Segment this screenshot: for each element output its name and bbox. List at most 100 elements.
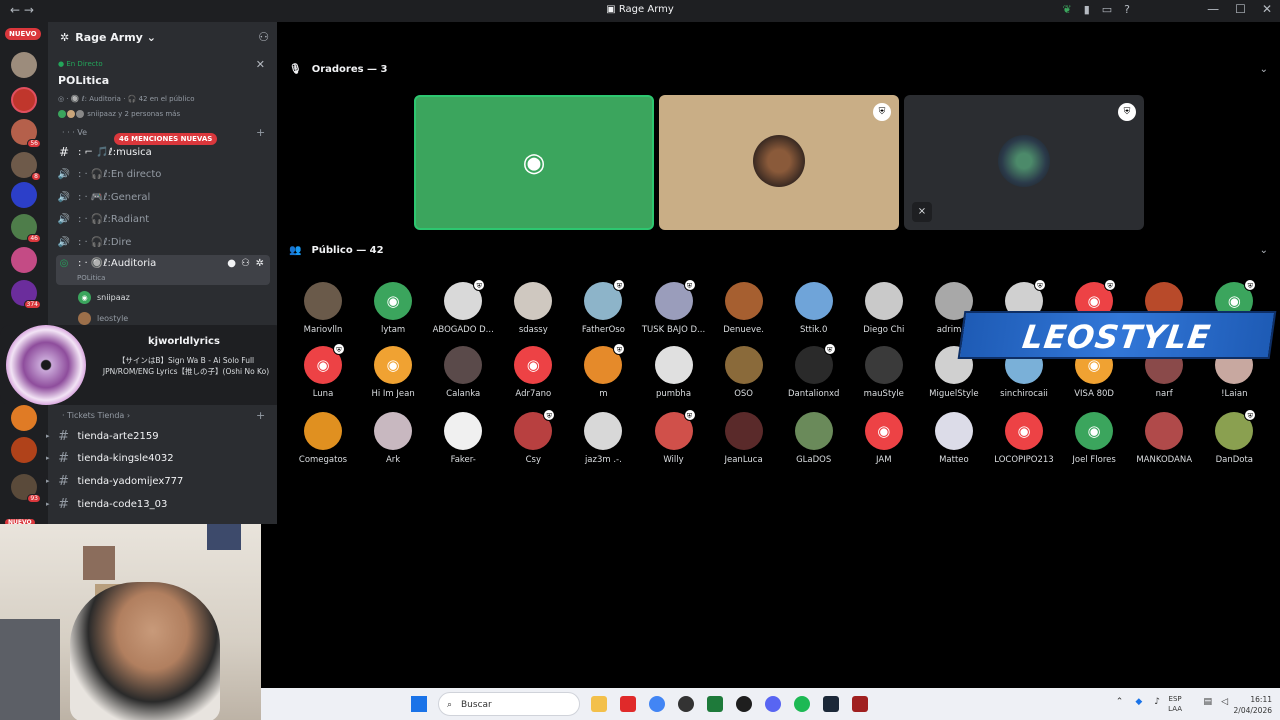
server-icon[interactable]: 374 (11, 280, 41, 309)
channel-tienda[interactable]: ▸ # tienda-code13_03 (46, 494, 260, 514)
speaker-tile[interactable]: ⛨ ⨯ (904, 95, 1144, 230)
invite-icon[interactable]: ⚇ (241, 258, 250, 269)
server-icon[interactable]: 93 (11, 474, 41, 503)
server-icon[interactable] (11, 52, 37, 78)
channel-auditoria[interactable]: ◎ : · 🔘ℓ: Auditoria ● ⚇ ✲ POLitica (56, 255, 270, 285)
audience-member[interactable]: Denueve. (709, 282, 779, 335)
close-icon[interactable]: ✕ (256, 58, 265, 71)
close-button[interactable]: ✕ (1262, 2, 1272, 16)
discord-logo-icon: ◉ (1087, 292, 1101, 310)
channel-tienda[interactable]: ▸ # tienda-arte2159 (46, 426, 260, 446)
audience-member[interactable]: ⛨ Willy (639, 409, 709, 465)
audience-member[interactable]: Sttik.0 (779, 282, 849, 335)
audience-member[interactable]: MANKODANA (1129, 412, 1199, 465)
server-icon[interactable] (11, 182, 37, 208)
audience-member[interactable]: ⛨ Csy (498, 409, 568, 465)
audience-member[interactable]: ◉ Hi Im Jean (358, 346, 428, 399)
help-icon[interactable]: ? (1124, 3, 1130, 16)
add-channel-icon[interactable]: + (256, 126, 265, 139)
channel-tienda[interactable]: ▸ # tienda-kingsle4032 (46, 448, 260, 468)
chevron-down-icon[interactable]: ⌄ (1260, 245, 1268, 256)
audience-member[interactable]: ⛨ DanDota (1199, 409, 1269, 465)
minimize-button[interactable]: — (1207, 2, 1219, 16)
server-icon[interactable] (11, 247, 37, 273)
channel-dire[interactable]: 🔊 : · 🎧ℓ: Dire (56, 232, 270, 252)
clock[interactable]: 16:11 2/04/2026 (1234, 694, 1272, 716)
server-icon[interactable]: 8 (11, 152, 41, 181)
stage-member[interactable]: leostyle (78, 312, 128, 325)
audience-member[interactable]: Calanka (428, 346, 498, 399)
language-indicator[interactable]: ESP LAA (1168, 694, 1182, 714)
inbox-icon[interactable]: ▭ (1102, 3, 1112, 16)
audience-member[interactable]: Matteo (919, 412, 989, 465)
stage-member[interactable]: ◉ sniipaaz (78, 291, 130, 304)
channel-musica[interactable]: # : ⌐ 🎵ℓ: musica (56, 142, 270, 162)
audience-member[interactable]: Mariovlln (288, 282, 358, 335)
add-member-icon[interactable]: ⚇ (258, 30, 269, 44)
audience-member[interactable]: ⛨ ABOGADO D... (428, 279, 498, 335)
audience-member[interactable]: ◉ ⛨ Luna (288, 343, 358, 399)
audience-header[interactable]: 👥 Público — 42 (289, 245, 384, 256)
audience-member[interactable]: GLaDOS (779, 412, 849, 465)
audience-member[interactable]: Ark (358, 412, 428, 465)
channel-radiant[interactable]: 🔊 : · 🎧ℓ: Radiant (56, 209, 270, 229)
audience-member[interactable]: ◉ JAM (849, 412, 919, 465)
youtube-icon[interactable] (620, 696, 636, 712)
microphone-icon[interactable]: ♪ (1154, 697, 1160, 707)
channel-en-directo[interactable]: 🔊 : · 🎧ℓ: En directo (56, 164, 270, 184)
audience-member[interactable]: OSO (709, 346, 779, 399)
network-icon[interactable]: ▤ (1203, 697, 1212, 707)
dota-icon[interactable] (852, 696, 868, 712)
server-icon[interactable] (11, 405, 37, 431)
audience-member[interactable]: ◉ LOCOPIPO213 (989, 412, 1059, 465)
chevron-down-icon[interactable]: ⌄ (1260, 64, 1268, 75)
maximize-button[interactable]: ☐ (1235, 2, 1246, 16)
audience-member[interactable]: mauStyle (849, 346, 919, 399)
audience-member[interactable]: Diego Chi (849, 282, 919, 335)
audience-member[interactable]: ⛨ Dantalionxd (779, 343, 849, 399)
file-explorer-icon[interactable] (591, 696, 607, 712)
channel-general[interactable]: 🔊 : · 🎮ℓ: General (56, 187, 270, 207)
app-icon[interactable] (678, 696, 694, 712)
chevron-up-icon[interactable]: ⌃ (1116, 697, 1124, 707)
channel-tienda[interactable]: ▸ # tienda-yadomijex777 (46, 471, 260, 491)
chrome-icon[interactable] (649, 696, 665, 712)
audience-member[interactable]: Faker- (428, 412, 498, 465)
speaker-tile[interactable]: ◉ (414, 95, 654, 230)
audience-member[interactable]: JeanLuca (709, 412, 779, 465)
audience-member[interactable]: jaz3m .-. (568, 412, 638, 465)
speaker-tile[interactable]: ⛨ (659, 95, 899, 230)
live-stage-panel[interactable]: ● En Directo ✕ POLitica ◎ · 🔘 ℓ: Auditor… (48, 52, 277, 126)
server-header[interactable]: ✲ Rage Army ⌄ ⚇ (48, 22, 277, 52)
category-tickets[interactable]: · Tickets Tienda › (62, 411, 130, 420)
taskbar-search[interactable]: ⌕ Buscar (438, 692, 580, 716)
server-icon[interactable] (11, 437, 37, 463)
audience-member[interactable]: ◉ lytam (358, 282, 428, 335)
add-channel-icon[interactable]: + (256, 409, 265, 422)
category-ve[interactable]: · · · Ve (62, 128, 87, 137)
server-icon[interactable]: 46 (11, 214, 41, 243)
windows-start-icon[interactable] (411, 696, 427, 712)
bookmark-icon[interactable]: ▮ (1084, 3, 1090, 16)
audience-member[interactable]: ◉ Adr7ano (498, 346, 568, 399)
leaf-icon[interactable]: ❦ (1062, 3, 1071, 16)
audience-member[interactable]: ◉ Joel Flores (1059, 412, 1129, 465)
audience-member[interactable]: ⛨ TUSK BAJO D... (639, 279, 709, 335)
audience-member[interactable]: ⛨ m (568, 343, 638, 399)
app-icon[interactable] (707, 696, 723, 712)
server-icon[interactable] (11, 87, 37, 113)
discord-icon[interactable] (765, 696, 781, 712)
spotify-icon[interactable] (794, 696, 810, 712)
audience-member[interactable]: ⛨ FatherOso (568, 279, 638, 335)
chat-icon[interactable]: ● (227, 258, 236, 269)
steam-icon[interactable] (823, 696, 839, 712)
tray-app-icon[interactable]: ◆ (1135, 697, 1142, 707)
app-icon[interactable] (736, 696, 752, 712)
audience-member[interactable]: Comegatos (288, 412, 358, 465)
gear-icon[interactable]: ✲ (256, 258, 264, 269)
volume-icon[interactable]: ◁ (1221, 697, 1228, 707)
audience-member[interactable]: sdassy (498, 282, 568, 335)
server-icon[interactable]: 56 (11, 119, 41, 148)
audience-member[interactable]: pumbha (639, 346, 709, 399)
speakers-header[interactable]: 🎙 Oradores — 3 (289, 64, 388, 75)
